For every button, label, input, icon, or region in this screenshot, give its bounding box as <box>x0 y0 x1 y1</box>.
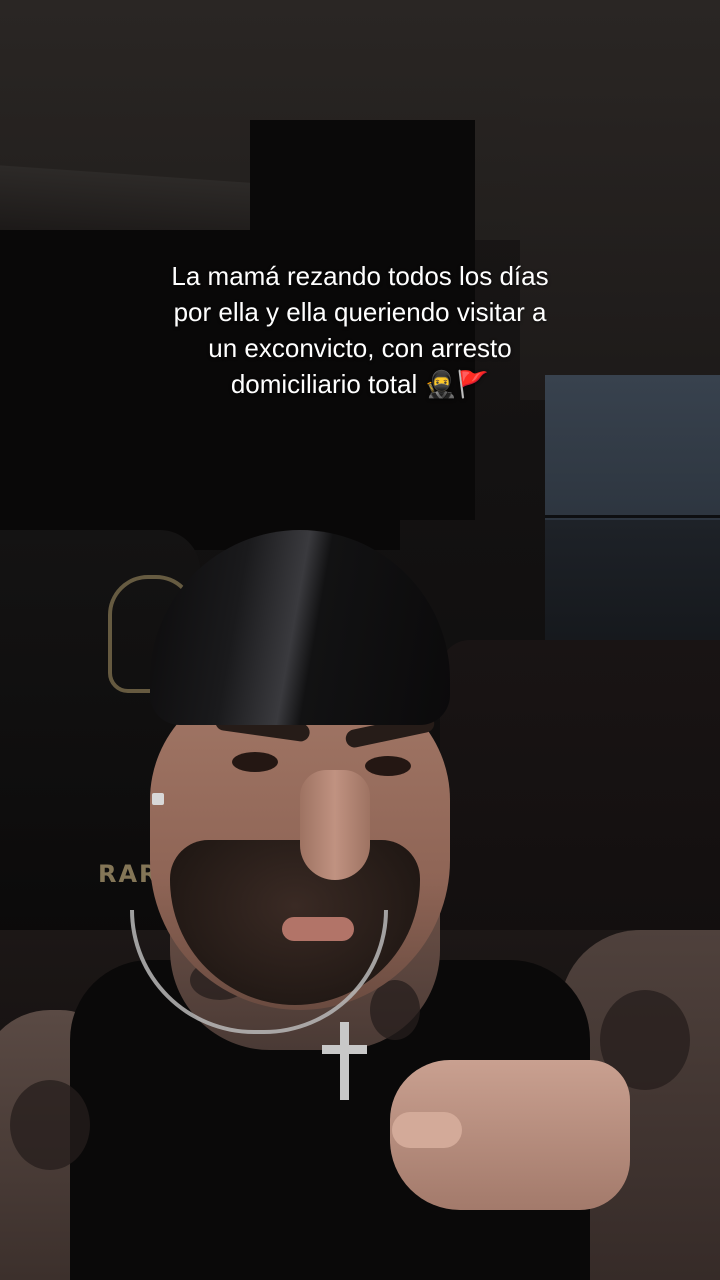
balcony-railing <box>545 515 720 518</box>
cross-pendant-icon <box>340 1022 349 1100</box>
video-caption: La mamá rezando todos los días por ella … <box>171 261 549 399</box>
window-lower <box>545 520 720 650</box>
nose <box>300 770 370 880</box>
tattoo <box>10 1080 90 1170</box>
right-eye <box>365 756 411 776</box>
cross-pendant-bar <box>322 1045 367 1054</box>
stud-earring <box>152 793 164 805</box>
video-frame[interactable]: RAR La mamá rezando todos los días por e… <box>0 0 720 1280</box>
tattoo <box>370 980 420 1040</box>
left-eye <box>232 752 278 772</box>
hand-finger <box>392 1112 462 1148</box>
